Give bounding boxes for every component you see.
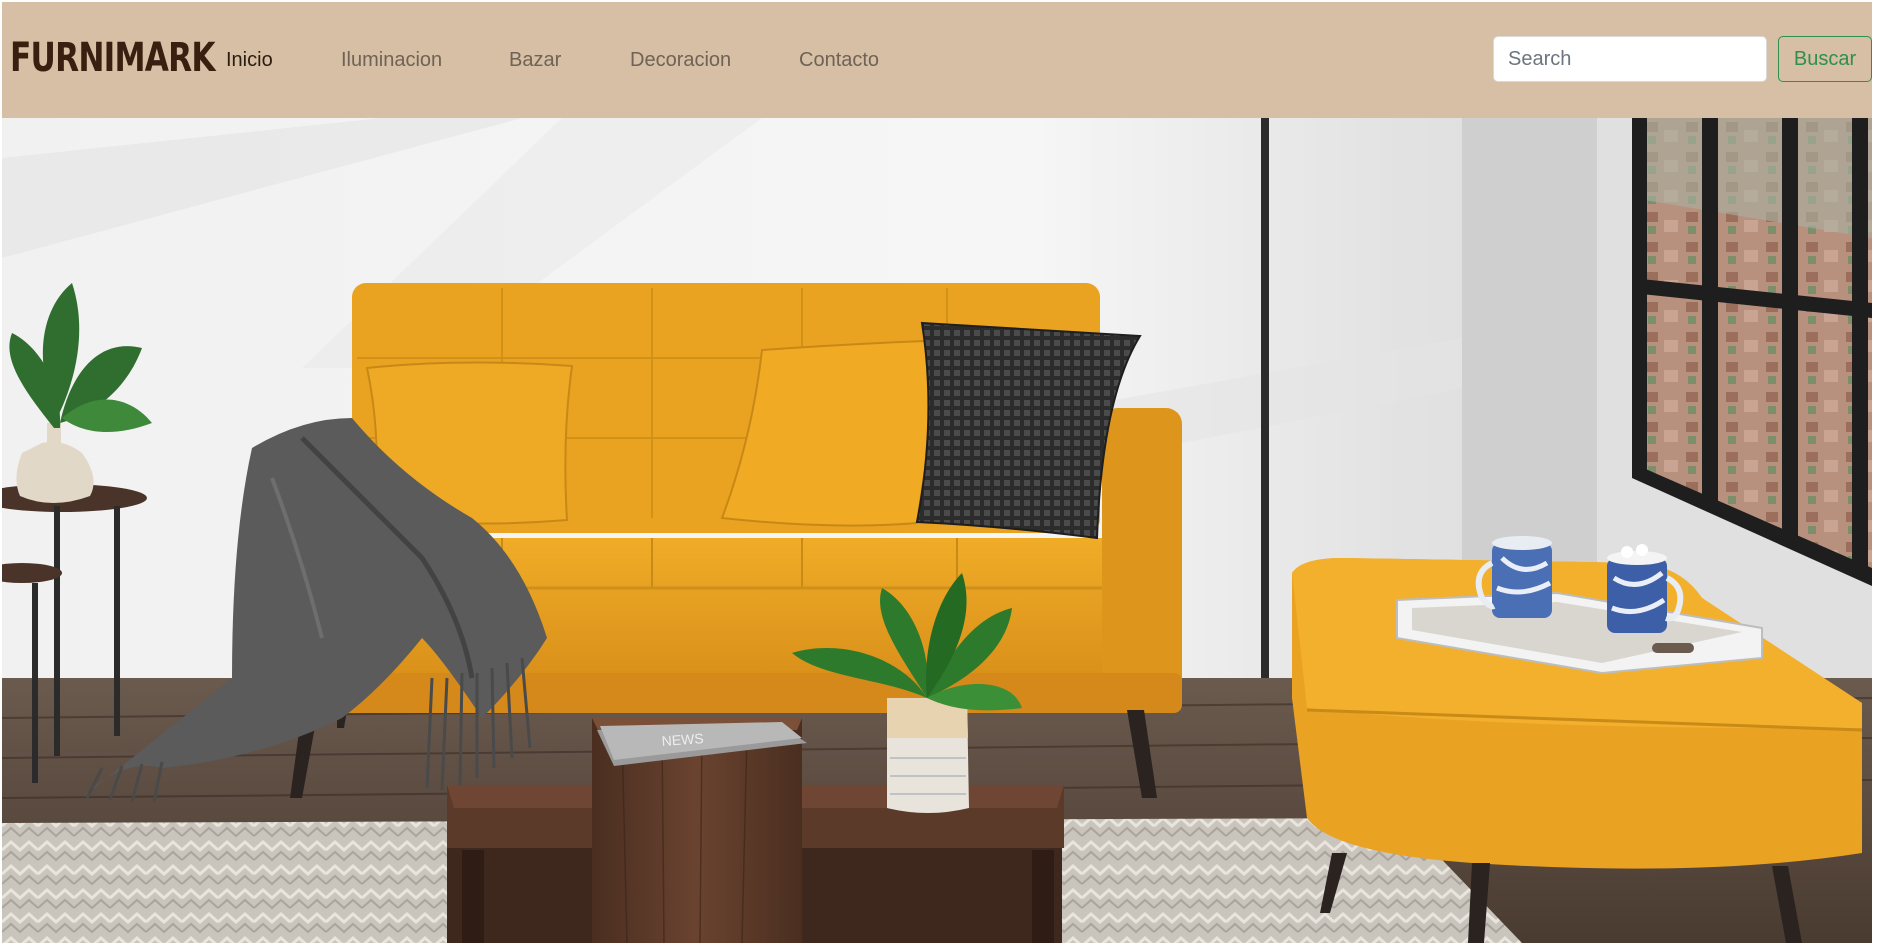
hero-image: NEWS xyxy=(2,118,1872,943)
floor-lamp xyxy=(1261,118,1269,738)
nav-link-iluminacion[interactable]: Iluminacion xyxy=(341,46,442,74)
brand-logo[interactable]: FURNIMARK xyxy=(10,32,216,84)
page: FURNIMARK Inicio Iluminacion Bazar Decor… xyxy=(0,0,1877,943)
nav-link-inicio[interactable]: Inicio xyxy=(226,46,273,74)
top-navbar: FURNIMARK Inicio Iluminacion Bazar Decor… xyxy=(2,2,1872,118)
living-room-illustration: NEWS xyxy=(2,118,1872,943)
magazine-text: NEWS xyxy=(661,730,704,749)
nav-link-bazar[interactable]: Bazar xyxy=(509,46,561,74)
nav-link-decoracion[interactable]: Decoracion xyxy=(630,46,731,74)
search-button[interactable]: Buscar xyxy=(1778,36,1872,82)
search-input[interactable] xyxy=(1493,36,1767,82)
nav-link-contacto[interactable]: Contacto xyxy=(799,46,879,74)
